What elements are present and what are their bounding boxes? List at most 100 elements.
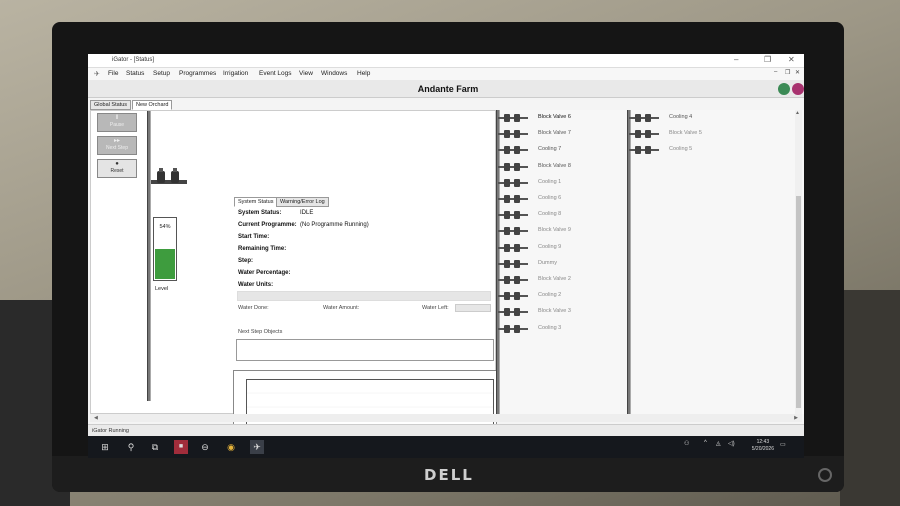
valve-icon [498, 292, 528, 301]
start-time-label: Start Time: [238, 234, 270, 240]
search-icon[interactable]: ⚲ [124, 440, 138, 454]
tab-global-status[interactable]: Global Status [90, 100, 132, 110]
valve-label: Block Valve 9 [538, 227, 571, 234]
tab-system-status[interactable]: System Status [234, 197, 278, 207]
clock-date: 5/20/2026 [751, 446, 774, 452]
tab-new-orchard[interactable]: New Orchard [132, 100, 173, 110]
valve-icon [498, 276, 528, 284]
next-step-objects-list [236, 339, 494, 361]
valve-label: Cooling 7 [538, 146, 562, 153]
reset-label: Reset [110, 168, 124, 174]
step-label: Step: [238, 258, 253, 264]
valve-icon [498, 259, 528, 268]
scroll-right-icon[interactable]: ▶ [794, 415, 798, 421]
valve-label: Cooling 1 [538, 178, 562, 185]
valve-label: Cooling 6 [538, 195, 562, 201]
chevron-up-icon[interactable]: ^ [704, 440, 707, 446]
valve-column-1: Block Valve 6 Block Valve 7 Cooling 7 Block… [496, 110, 626, 414]
menu-bar: ✈ File Status Setup Programmes Irrigatio… [88, 68, 804, 80]
child-close-icon[interactable]: ✕ [795, 69, 800, 76]
connection-status-icon [778, 83, 790, 95]
main-pipe [147, 111, 151, 401]
valve-label: Block Valve 2 [538, 276, 571, 282]
valve-icon [498, 162, 528, 171]
current-programme-label: Current Programme: [238, 222, 297, 228]
scroll-left-icon[interactable]: ◀ [94, 415, 98, 421]
scroll-up-icon[interactable]: ▲ [795, 110, 800, 116]
pause-icon: Ⅱ [115, 115, 119, 121]
people-icon[interactable]: ⚇ [684, 440, 689, 447]
pause-button[interactable]: Ⅱ Pause [97, 113, 137, 132]
monitor-brand-logo: DELL [424, 466, 474, 484]
menu-programmes[interactable]: Programmes [179, 70, 216, 77]
menu-windows[interactable]: Windows [321, 70, 347, 77]
horizontal-scrollbar[interactable]: ◀ ▶ [90, 414, 802, 422]
menu-view[interactable]: View [299, 70, 313, 77]
volume-icon[interactable]: ◁) [728, 440, 735, 447]
water-progress-bar [237, 291, 491, 301]
next-step-icon: ▸▸ [113, 138, 121, 144]
water-done-label: Water Done: [238, 305, 269, 311]
valve-icon [498, 178, 528, 187]
farm-header: Andante Farm [88, 80, 804, 98]
water-units-label: Water Units: [238, 282, 274, 288]
menu-file[interactable]: File [108, 70, 118, 77]
tank-percent: 54% [159, 224, 171, 230]
power-button[interactable] [818, 468, 832, 482]
window-title: iGator - [Status] [112, 57, 155, 63]
reset-icon: ● [115, 161, 119, 167]
taskbar: ⊞ ⚲ ⧉ ■ ⊖ ◉ ✈ ⚇ ^ ◬ ◁) 12:43 5/20/2026 ▭ [88, 436, 804, 458]
screen: iGator - [Status] – ❐ ✕ ✈ File Status Se… [88, 54, 804, 458]
notifications-icon[interactable]: ▭ [780, 441, 786, 448]
water-left-field [455, 304, 491, 312]
chrome-icon[interactable]: ◉ [224, 440, 238, 454]
status-bar: iGator Running [88, 424, 804, 436]
current-programme-value: (No Programme Running) [300, 222, 369, 228]
restore-icon[interactable]: ❐ [764, 55, 771, 64]
reset-button[interactable]: ● Reset [97, 159, 137, 178]
windows-start-icon[interactable]: ⊞ [98, 440, 112, 454]
child-restore-icon[interactable]: ❐ [785, 69, 790, 76]
valve-column-2: Cooling 4 Block Valve 5 Cooling 5 ▲ [626, 110, 804, 414]
monitor-chin: DELL [52, 456, 844, 492]
valve-label: Block Valve 5 [669, 130, 702, 137]
user-status-icon [792, 83, 804, 95]
menu-irrigation[interactable]: Irrigation [223, 70, 248, 77]
valve-icon [498, 146, 528, 155]
vertical-scrollbar[interactable]: ▲ [795, 110, 802, 414]
valve-label: Block Valve 7 [538, 130, 571, 137]
child-minimize-icon[interactable]: – [774, 69, 777, 75]
app-minus-icon[interactable]: ⊖ [198, 440, 212, 454]
pause-label: Pause [109, 122, 125, 128]
water-percentage-label: Water Percentage: [238, 270, 291, 276]
task-view-icon[interactable]: ⧉ [148, 440, 162, 454]
remaining-time-label: Remaining Time: [238, 246, 287, 252]
valve-label: Cooling 8 [538, 211, 562, 218]
wifi-icon[interactable]: ◬ [716, 440, 721, 447]
valve-icon [498, 195, 528, 203]
menu-event-logs[interactable]: Event Logs [259, 70, 292, 77]
tank-fill [155, 249, 175, 279]
minimize-icon[interactable]: – [734, 55, 738, 64]
clock-time: 12:43 [756, 439, 770, 445]
close-icon[interactable]: ✕ [788, 55, 795, 64]
pump-icon [151, 168, 187, 184]
igator-icon[interactable]: ✈ [250, 440, 264, 454]
status-panel: System Status Warning/Error Log System S… [234, 197, 494, 307]
valve-label: Block Valve 6 [538, 114, 571, 120]
next-step-objects-label: Next Step Objects [238, 329, 283, 335]
next-step-button[interactable]: ▸▸ Next Step [97, 136, 137, 155]
menu-status[interactable]: Status [126, 70, 144, 77]
menu-setup[interactable]: Setup [153, 70, 170, 77]
valve-label: Block Valve 3 [538, 308, 571, 315]
app-icon[interactable]: ■ [174, 440, 188, 454]
taskbar-clock[interactable]: 12:43 5/20/2026 [752, 439, 774, 453]
tab-warning-error-log[interactable]: Warning/Error Log [276, 197, 329, 207]
valve-label: Cooling 5 [669, 146, 693, 153]
valve-icon [629, 146, 659, 155]
valve-icon [629, 130, 659, 139]
water-tank: 54% [153, 217, 177, 281]
scrollbar-thumb[interactable] [796, 196, 801, 408]
water-left-label: Water Left: [422, 305, 449, 311]
menu-help[interactable]: Help [357, 70, 370, 77]
